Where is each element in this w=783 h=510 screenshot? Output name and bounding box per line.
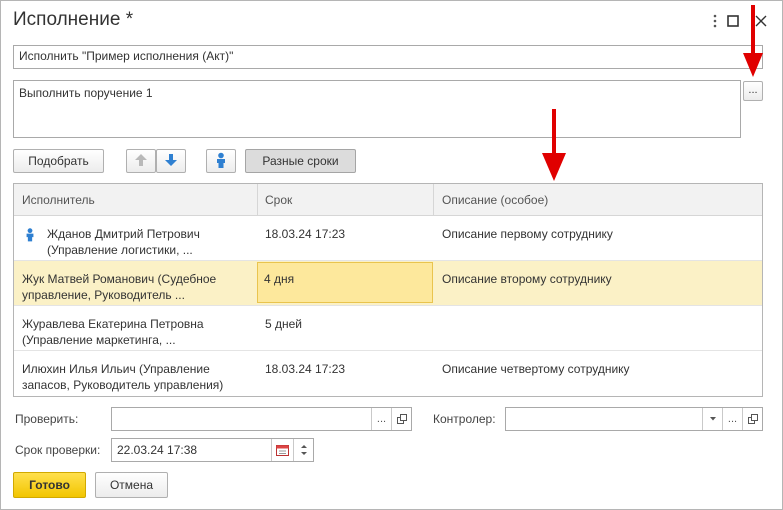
column-header-executor[interactable]: Исполнитель — [22, 193, 95, 207]
check-deadline-label: Срок проверки: — [15, 443, 101, 457]
calendar-icon[interactable] — [271, 439, 293, 461]
column-header-description[interactable]: Описание (особое) — [442, 193, 548, 207]
check-label: Проверить: — [15, 412, 79, 426]
move-up-button[interactable] — [126, 149, 156, 173]
table-header: Исполнитель Срок Описание (особое) — [14, 184, 762, 216]
table-row-selected[interactable]: Жук Матвей Романович (Судебное управлени… — [14, 261, 762, 306]
annotation-arrow-icon — [743, 5, 763, 77]
cell-description: Описание четвертому сотруднику — [442, 362, 630, 376]
cell-deadline: 18.03.24 17:23 — [265, 227, 346, 241]
check-deadline-value: 22.03.24 17:38 — [117, 443, 198, 457]
cell-deadline[interactable]: 4 дня — [264, 271, 424, 287]
ok-button[interactable]: Готово — [13, 472, 86, 498]
person-icon — [214, 152, 228, 171]
dialog-title: Исполнение * — [13, 9, 134, 30]
chevron-down-icon[interactable] — [702, 408, 722, 430]
open-icon[interactable] — [742, 408, 762, 430]
description-more-button[interactable]: ... — [743, 81, 763, 101]
move-down-button[interactable] — [156, 149, 186, 173]
controller-label: Контролер: — [433, 412, 496, 426]
check-choose-button[interactable]: ... — [371, 408, 391, 430]
open-icon[interactable] — [391, 408, 411, 430]
cell-description: Описание второму сотруднику — [442, 272, 612, 286]
person-icon — [24, 227, 36, 245]
person-button[interactable] — [206, 149, 236, 173]
maximize-icon[interactable] — [725, 13, 741, 29]
cell-description: Описание первому сотруднику — [442, 227, 613, 241]
cell-deadline: 5 дней — [265, 317, 303, 331]
cell-executor: Илюхин Илья Ильич (Управление запасов, Р… — [22, 362, 224, 392]
annotation-arrow-icon — [542, 109, 566, 181]
executors-table: Исполнитель Срок Описание (особое) Ждано… — [13, 183, 763, 397]
cell-deadline: 18.03.24 17:23 — [265, 362, 346, 376]
controller-choose-button[interactable]: ... — [722, 408, 742, 430]
check-deadline-field[interactable]: 22.03.24 17:38 — [111, 438, 314, 462]
arrow-down-icon — [164, 153, 178, 170]
dialog-window: Исполнение * Исполнить "Пример исполнени… — [0, 0, 783, 510]
column-header-deadline[interactable]: Срок — [265, 193, 292, 207]
controller-field[interactable]: ... — [505, 407, 763, 431]
description-textarea[interactable]: Выполнить поручение 1 — [13, 80, 741, 138]
check-field[interactable]: ... — [111, 407, 412, 431]
column-divider — [433, 184, 434, 216]
subject-field[interactable]: Исполнить "Пример исполнения (Акт)" — [13, 45, 763, 69]
table-row[interactable]: Илюхин Илья Ильич (Управление запасов, Р… — [14, 351, 762, 396]
table-row[interactable]: Жданов Дмитрий Петрович (Управление логи… — [14, 216, 762, 261]
different-dates-toggle[interactable]: Разные сроки — [245, 149, 356, 173]
cancel-button[interactable]: Отмена — [95, 472, 168, 498]
column-divider — [257, 184, 258, 216]
cell-executor: Жданов Дмитрий Петрович (Управление логи… — [47, 227, 200, 257]
cell-executor: Журавлева Екатерина Петровна (Управление… — [22, 317, 204, 347]
cell-executor: Жук Матвей Романович (Судебное управлени… — [22, 272, 217, 302]
pick-button[interactable]: Подобрать — [13, 149, 104, 173]
spin-stepper[interactable] — [293, 439, 313, 461]
more-vertical-icon[interactable] — [707, 13, 723, 29]
arrow-up-icon — [134, 153, 148, 170]
table-row[interactable]: Журавлева Екатерина Петровна (Управление… — [14, 306, 762, 351]
